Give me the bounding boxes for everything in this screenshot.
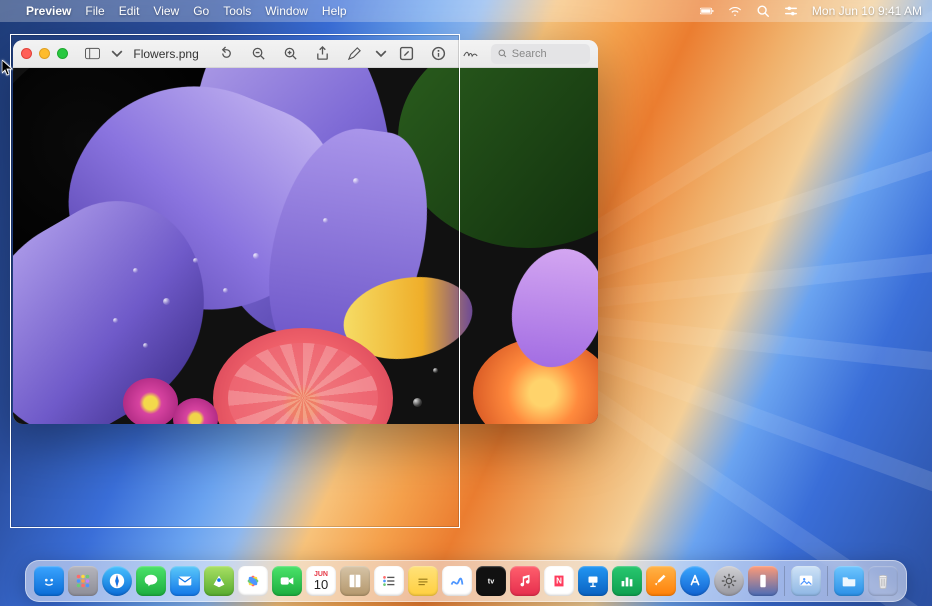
document-title: Flowers.png — [133, 47, 198, 61]
dock-notes[interactable] — [408, 566, 438, 596]
news-icon: N — [550, 572, 568, 590]
music-icon — [516, 572, 534, 590]
dock-numbers[interactable] — [612, 566, 642, 596]
calendar-day-label: 10 — [314, 578, 328, 591]
dock-maps[interactable] — [204, 566, 234, 596]
rotate-left-button[interactable] — [215, 44, 239, 64]
dock-container: JUN10 tv N — [0, 560, 932, 602]
dock-tv[interactable]: tv — [476, 566, 506, 596]
app-menu[interactable]: Preview — [26, 4, 71, 18]
dock-safari[interactable] — [102, 566, 132, 596]
svg-text:tv: tv — [488, 577, 494, 586]
preview-window: Flowers.png Search — [13, 40, 598, 424]
dock-freeform[interactable] — [442, 566, 472, 596]
messages-icon — [142, 572, 160, 590]
dock-reminders[interactable] — [374, 566, 404, 596]
sidebar-dropdown-button[interactable] — [111, 44, 123, 64]
menu-go[interactable]: Go — [193, 4, 209, 18]
dock-mail[interactable] — [170, 566, 200, 596]
menu-file[interactable]: File — [85, 4, 104, 18]
dock-keynote[interactable] — [578, 566, 608, 596]
menu-view[interactable]: View — [153, 4, 179, 18]
search-field[interactable]: Search — [491, 44, 590, 64]
launchpad-icon — [74, 572, 92, 590]
share-button[interactable] — [311, 44, 335, 64]
window-minimize-button[interactable] — [39, 48, 50, 59]
spotlight-icon[interactable] — [756, 4, 770, 18]
dock-downloads[interactable] — [834, 566, 864, 596]
dock-trash[interactable] — [868, 566, 898, 596]
sidebar-button[interactable] — [82, 44, 103, 64]
facetime-icon — [278, 572, 296, 590]
wifi-icon[interactable] — [728, 4, 742, 18]
sign-button[interactable] — [459, 44, 483, 64]
notes-icon — [414, 572, 432, 590]
dock-appstore[interactable] — [680, 566, 710, 596]
flowers-image — [13, 68, 598, 424]
dock-news[interactable]: N — [544, 566, 574, 596]
control-center-icon[interactable] — [784, 4, 798, 18]
dock-divider — [784, 566, 785, 596]
dock-launchpad[interactable] — [68, 566, 98, 596]
dock-preview[interactable] — [791, 566, 821, 596]
settings-icon — [720, 572, 738, 590]
image-viewport[interactable] — [13, 68, 598, 424]
search-placeholder: Search — [512, 48, 547, 60]
dock-settings[interactable] — [714, 566, 744, 596]
dock-facetime[interactable] — [272, 566, 302, 596]
dock-pages[interactable] — [646, 566, 676, 596]
dock-messages[interactable] — [136, 566, 166, 596]
downloads-icon — [840, 572, 858, 590]
contacts-icon — [346, 572, 364, 590]
maps-icon — [210, 572, 228, 590]
tv-icon: tv — [482, 572, 500, 590]
dock: JUN10 tv N — [25, 560, 907, 602]
dock-iphone-mirroring[interactable] — [748, 566, 778, 596]
dock-finder[interactable] — [34, 566, 64, 596]
numbers-icon — [618, 572, 636, 590]
dock-contacts[interactable] — [340, 566, 370, 596]
window-titlebar[interactable]: Flowers.png Search — [13, 40, 598, 68]
mail-icon — [176, 572, 194, 590]
window-fullscreen-button[interactable] — [57, 48, 68, 59]
menu-edit[interactable]: Edit — [119, 4, 140, 18]
preview-icon — [797, 572, 815, 590]
dock-photos[interactable] — [238, 566, 268, 596]
svg-text:N: N — [556, 577, 562, 586]
photos-icon — [244, 572, 262, 590]
dock-music[interactable] — [510, 566, 540, 596]
menu-window[interactable]: Window — [265, 4, 308, 18]
info-button[interactable] — [427, 44, 451, 64]
markup-button[interactable] — [343, 44, 367, 64]
trash-icon — [874, 572, 892, 590]
search-icon — [497, 48, 508, 59]
battery-icon[interactable] — [700, 4, 714, 18]
menubar-clock[interactable]: Mon Jun 10 9:41 AM — [812, 4, 922, 18]
freeform-icon — [448, 572, 466, 590]
dock-divider — [827, 566, 828, 596]
zoom-in-button[interactable] — [279, 44, 303, 64]
appstore-icon — [686, 572, 704, 590]
menu-tools[interactable]: Tools — [223, 4, 251, 18]
finder-icon — [40, 572, 58, 590]
markup-dropdown-button[interactable] — [375, 44, 387, 64]
crop-button[interactable] — [395, 44, 419, 64]
mouse-cursor — [2, 60, 14, 78]
safari-icon — [108, 572, 126, 590]
menu-help[interactable]: Help — [322, 4, 347, 18]
reminders-icon — [380, 572, 398, 590]
zoom-out-button[interactable] — [247, 44, 271, 64]
window-close-button[interactable] — [21, 48, 32, 59]
pages-icon — [652, 572, 670, 590]
dock-calendar[interactable]: JUN10 — [306, 566, 336, 596]
keynote-icon — [584, 572, 602, 590]
iphone-mirroring-icon — [754, 572, 772, 590]
menubar: Preview File Edit View Go Tools Window H… — [0, 0, 932, 22]
